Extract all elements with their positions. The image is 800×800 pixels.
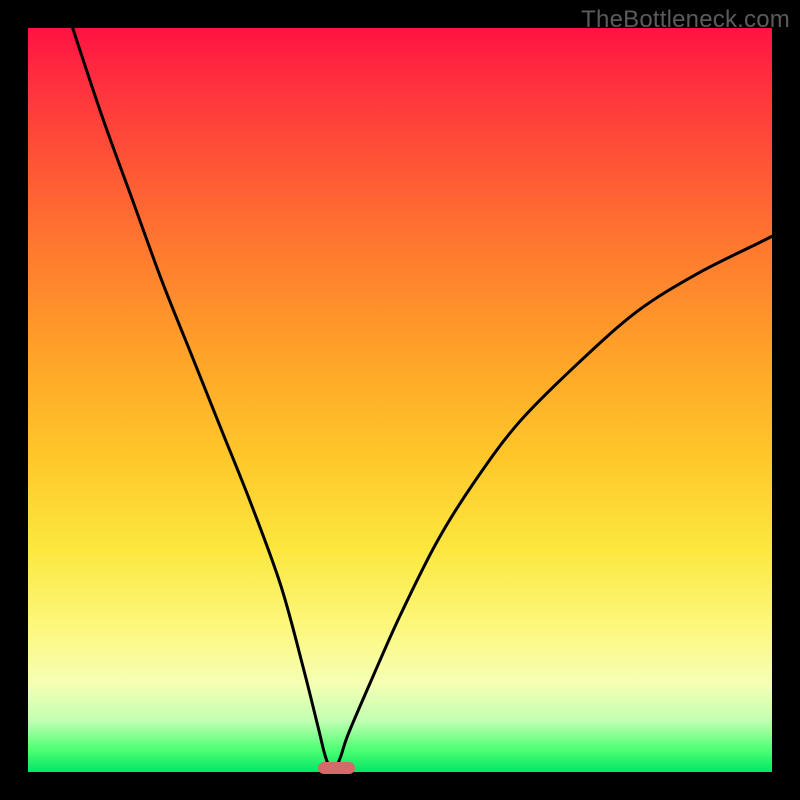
bottleneck-curve xyxy=(28,28,772,772)
curve-minimum-marker xyxy=(318,762,355,774)
chart-frame: TheBottleneck.com xyxy=(0,0,800,800)
plot-area xyxy=(28,28,772,772)
